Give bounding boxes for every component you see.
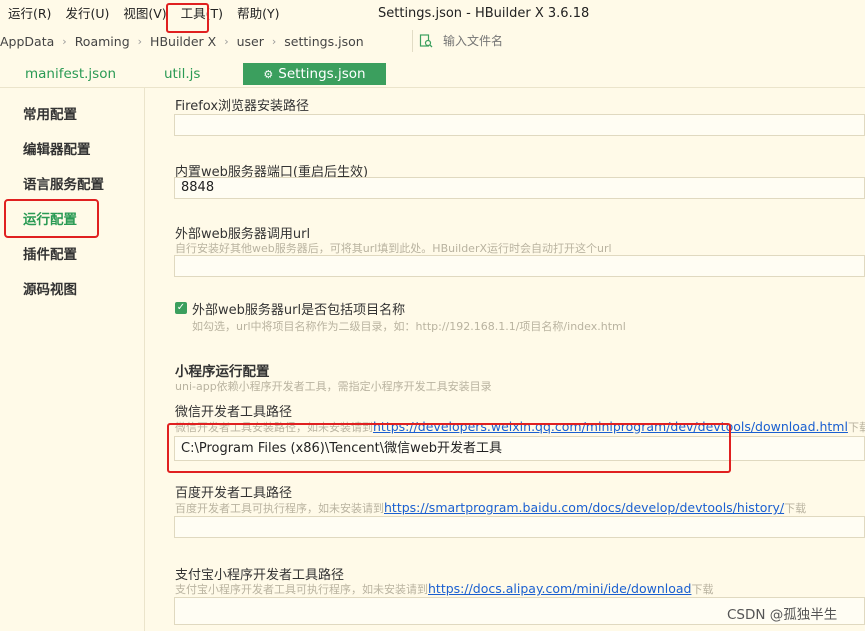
external-url-input[interactable] <box>174 255 865 277</box>
mini-program-section-title: 小程序运行配置 <box>175 364 270 380</box>
tools-menu-highlight-box <box>166 3 209 33</box>
tab-settings-label: Settings.json <box>278 66 366 82</box>
window-title: Settings.json - HBuilder X 3.6.18 <box>378 6 590 21</box>
breadcrumb-item[interactable]: HBuilder X <box>150 34 216 49</box>
breadcrumb-item[interactable]: Roaming <box>75 34 130 49</box>
chevron-right-icon: › <box>137 34 143 48</box>
wechat-path-highlight-box <box>167 423 731 473</box>
gear-icon: ⚙ <box>263 67 274 81</box>
watermark: CSDN @孤独半生 <box>727 607 838 623</box>
alipay-path-hint: 支付宝小程序开发者工具可执行程序，如未安装请到https://docs.alip… <box>175 581 714 596</box>
wechat-path-label: 微信开发者工具路径 <box>175 405 293 420</box>
firefox-path-label: Firefox浏览器安装路径 <box>175 99 310 114</box>
sidebar-item-editor[interactable]: 编辑器配置 <box>23 138 91 158</box>
menu-help[interactable]: 帮助(Y) <box>237 0 279 28</box>
baidu-download-link[interactable]: https://smartprogram.baidu.com/docs/deve… <box>384 500 784 515</box>
sidebar-item-language-service[interactable]: 语言服务配置 <box>23 173 104 193</box>
run-config-highlight-box <box>4 199 99 238</box>
include-project-label: 外部web服务器url是否包括项目名称 <box>192 303 406 318</box>
include-project-checkbox[interactable]: ✓ <box>175 302 187 314</box>
sidebar-item-source-view[interactable]: 源码视图 <box>23 278 77 298</box>
baidu-path-hint: 百度开发者工具可执行程序，如未安装请到https://smartprogram.… <box>175 500 807 515</box>
tab-settings[interactable]: ⚙ Settings.json <box>243 63 386 85</box>
sidebar-item-plugins[interactable]: 插件配置 <box>23 243 77 263</box>
menu-publish[interactable]: 发行(U) <box>65 0 109 28</box>
tab-bar: manifest.json util.js ⚙ Settings.json <box>0 58 865 88</box>
firefox-path-input[interactable] <box>174 114 865 136</box>
baidu-path-label: 百度开发者工具路径 <box>175 486 293 501</box>
tab-util[interactable]: util.js <box>164 63 200 85</box>
menu-view[interactable]: 视图(V) <box>123 0 166 28</box>
settings-sidebar: 常用配置 编辑器配置 语言服务配置 运行配置 插件配置 源码视图 <box>0 88 145 631</box>
web-port-input[interactable]: 8848 <box>174 177 865 199</box>
chevron-right-icon: › <box>62 34 67 48</box>
settings-panel: Firefox浏览器安装路径 内置web服务器端口(重启后生效) 8848 外部… <box>146 88 865 631</box>
external-url-hint: 自行安装好其他web服务器后，可将其url填到此处。HBuilderX运行时会自… <box>175 242 612 255</box>
breadcrumb-item[interactable]: AppData <box>0 34 54 49</box>
file-search-icon <box>419 34 433 48</box>
mini-program-section-hint: uni-app依赖小程序开发者工具，需指定小程序开发工具安装目录 <box>175 380 492 393</box>
menu-run[interactable]: 运行(R) <box>8 0 51 28</box>
baidu-path-input[interactable] <box>174 516 865 538</box>
alipay-download-link[interactable]: https://docs.alipay.com/mini/ide/downloa… <box>428 581 691 596</box>
include-project-hint: 如勾选，url中将项目名称作为二级目录，如：http://192.168.1.1… <box>192 320 626 333</box>
file-search-input[interactable] <box>443 34 743 48</box>
file-search <box>412 30 865 52</box>
breadcrumb-item[interactable]: settings.json <box>284 34 363 49</box>
sidebar-item-general[interactable]: 常用配置 <box>23 103 77 123</box>
breadcrumb-item[interactable]: user <box>237 34 264 49</box>
tab-manifest[interactable]: manifest.json <box>25 63 116 85</box>
chevron-right-icon: › <box>224 34 229 48</box>
chevron-right-icon: › <box>271 34 277 48</box>
